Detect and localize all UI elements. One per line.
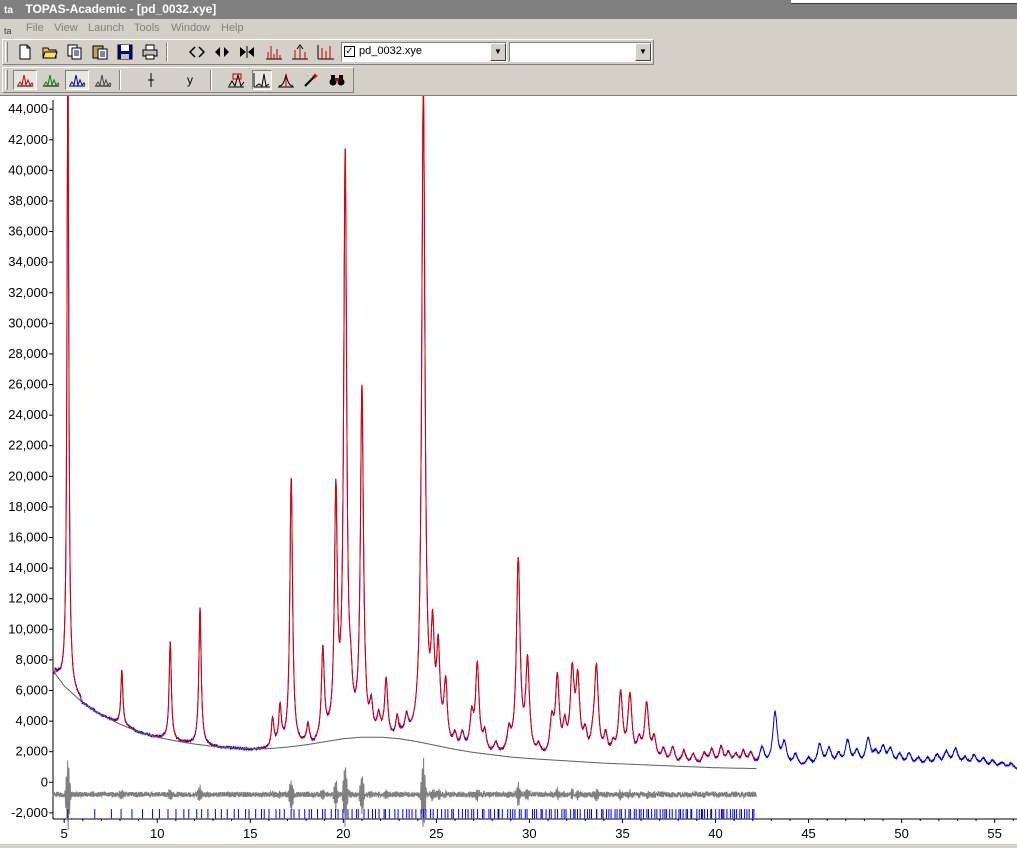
- blue-pattern-icon[interactable]: [65, 70, 89, 90]
- x-tick-label: 55: [987, 826, 1001, 841]
- y-tick-label: 42,000: [8, 132, 48, 147]
- title-bar: ta TOPAS-Academic - [pd_0032.xye]: [0, 0, 1017, 19]
- file-select-combo[interactable]: ✓ pd_0032.xye ▼: [341, 42, 507, 62]
- x-tick-label: 45: [801, 826, 815, 841]
- calculated-series: [52, 54, 757, 762]
- paste-icon[interactable]: [90, 42, 110, 62]
- x-cursor-icon[interactable]: [141, 70, 161, 90]
- app-icon: ta: [4, 5, 13, 16]
- peak-icon[interactable]: [252, 70, 272, 90]
- menu-launch[interactable]: Launch: [88, 19, 124, 38]
- x-tick-label: 30: [522, 826, 536, 841]
- zoom-in-horizontal-icon[interactable]: [212, 42, 232, 62]
- x-tick-label: 10: [150, 826, 164, 841]
- y-tick-label: 26,000: [8, 377, 48, 392]
- y-tick-label: 36,000: [8, 224, 48, 239]
- y-tick-label: 28,000: [8, 346, 48, 361]
- y-tick-label: 2,000: [15, 744, 48, 759]
- x-tick-label: 35: [615, 826, 629, 841]
- file-combo-value: pd_0032.xye: [359, 45, 422, 57]
- green-pattern-icon[interactable]: [39, 70, 63, 90]
- y-tick-label: 10,000: [8, 621, 48, 636]
- binoculars-icon[interactable]: [327, 70, 347, 90]
- y-tick-label: 38,000: [8, 193, 48, 208]
- new-file-icon[interactable]: [15, 42, 35, 62]
- menu-tools[interactable]: Tools: [134, 19, 160, 38]
- y-tick-label: 18,000: [8, 499, 48, 514]
- toolbar-grip[interactable]: [5, 70, 8, 90]
- open-folder-icon[interactable]: [40, 42, 60, 62]
- y-tick-label: 16,000: [8, 530, 48, 545]
- title-bar-edge: [791, 0, 1017, 4]
- second-select-combo[interactable]: ▼: [509, 42, 652, 62]
- y-tick-label: 44,000: [8, 101, 48, 116]
- peaks-scale-icon[interactable]: [264, 42, 284, 62]
- chevron-down-icon[interactable]: ▼: [635, 43, 651, 61]
- toolbar-separator: [119, 70, 121, 90]
- zoom-out-horizontal-icon[interactable]: [187, 42, 207, 62]
- chevron-down-icon[interactable]: ▼: [490, 43, 506, 61]
- menu-help[interactable]: Help: [221, 19, 244, 38]
- document-menu-icon[interactable]: ta: [4, 22, 18, 36]
- main-toolbar: ✓ pd_0032.xye ▼ ▼: [2, 39, 654, 65]
- peaks-bars-icon[interactable]: [316, 42, 336, 62]
- diffraction-chart[interactable]: -2,000 0 2,000 4,000 6,000 8,000 10,000 12,000 1…: [0, 51, 1017, 845]
- y-tick-label: -2,000: [11, 805, 48, 820]
- y-tick-label: 40,000: [8, 162, 48, 177]
- y-tick-label: 12,000: [8, 591, 48, 606]
- observed-series: [52, 51, 1017, 771]
- menu-file[interactable]: File: [26, 19, 44, 38]
- file-visible-checkbox[interactable]: ✓: [344, 46, 355, 57]
- y-tick-label: 24,000: [8, 407, 48, 422]
- y-tick-label: 22,000: [8, 438, 48, 453]
- red-pattern-icon[interactable]: [13, 70, 37, 90]
- black-pattern-icon[interactable]: [91, 70, 115, 90]
- save-icon[interactable]: [115, 42, 135, 62]
- y-tick-label: 32,000: [8, 285, 48, 300]
- y-tick-label: 20,000: [8, 468, 48, 483]
- x-tick-label: 20: [336, 826, 350, 841]
- y-tick-label: 14,000: [8, 560, 48, 575]
- menu-window[interactable]: Window: [171, 19, 210, 38]
- menu-view[interactable]: View: [54, 19, 78, 38]
- peaks-up-icon[interactable]: [290, 42, 310, 62]
- copy-icon[interactable]: [65, 42, 85, 62]
- toolbar-separator: [210, 70, 212, 90]
- y-tick-label: 6,000: [15, 682, 48, 697]
- menu-bar: ta File View Launch Tools Window Help: [0, 19, 1017, 38]
- x-tick-label: 15: [243, 826, 257, 841]
- print-icon[interactable]: [140, 42, 160, 62]
- toolbar-grip[interactable]: [5, 42, 8, 62]
- y-tick-label: 30,000: [8, 315, 48, 330]
- fit-horizontal-icon[interactable]: [237, 42, 257, 62]
- peak-shape-icon[interactable]: [276, 70, 296, 90]
- y-tick-label: 4,000: [15, 713, 48, 728]
- fit-pattern-icon[interactable]: [226, 70, 246, 90]
- y-tick-label: 0: [41, 774, 48, 789]
- toolbar-separator: [166, 42, 168, 62]
- y-label-icon[interactable]: y: [180, 70, 200, 90]
- y-tick-label: 34,000: [8, 254, 48, 269]
- x-tick-label: 25: [429, 826, 443, 841]
- x-tick-label: 5: [61, 826, 68, 841]
- plot-area[interactable]: -2,000 0 2,000 4,000 6,000 8,000 10,000 12,000 1…: [0, 51, 1017, 845]
- y-tick-label: 8,000: [15, 652, 48, 667]
- x-tick-label: 40: [708, 826, 722, 841]
- wand-icon[interactable]: [301, 70, 321, 90]
- window-title: TOPAS-Academic - [pd_0032.xye]: [25, 2, 217, 16]
- plot-toolbar: y: [2, 67, 354, 93]
- x-tick-label: 50: [894, 826, 908, 841]
